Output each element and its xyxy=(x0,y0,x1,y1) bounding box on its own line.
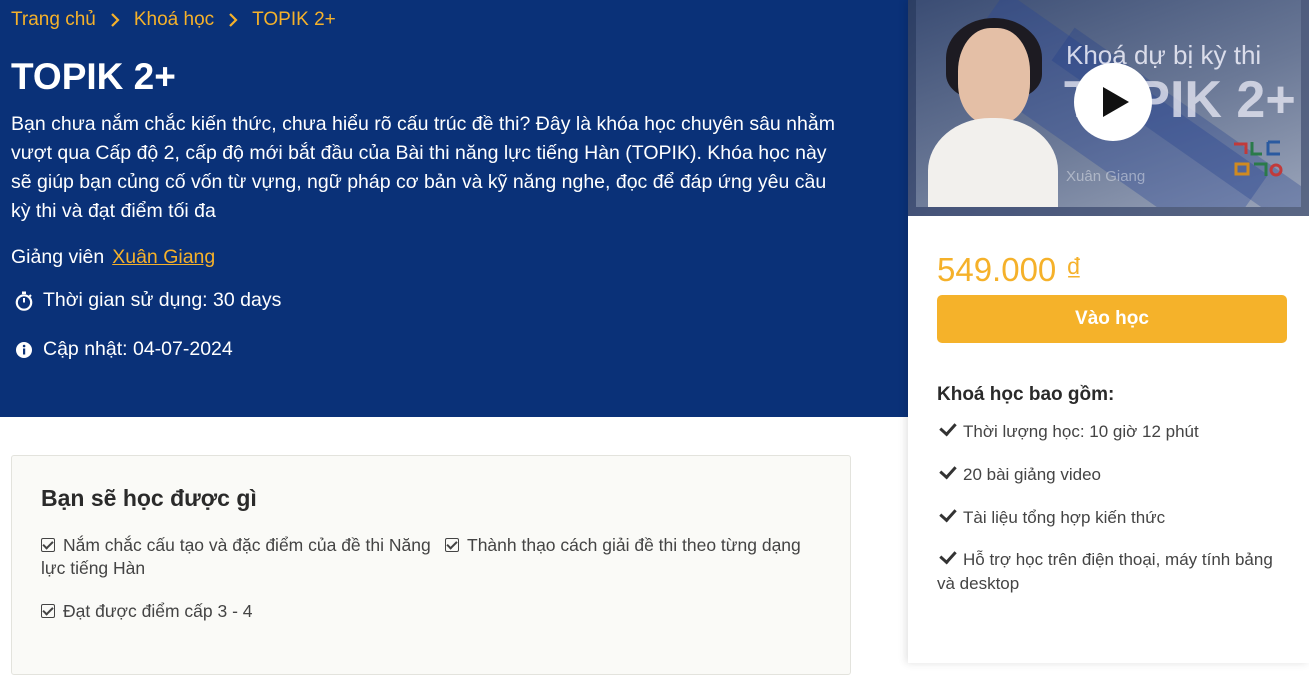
includes-item-text: Hỗ trợ học trên điện thoại, máy tính bản… xyxy=(937,550,1273,593)
checkbox-check-icon xyxy=(41,538,55,552)
play-button[interactable] xyxy=(1074,63,1152,141)
includes-title: Khoá học bao gồm: xyxy=(937,384,1115,405)
learning-outcomes-title: Bạn sẽ học được gì xyxy=(41,485,257,511)
instructor-link[interactable]: Xuân Giang xyxy=(112,246,215,268)
updated-text: Cập nhật: 04-07-2024 xyxy=(43,338,233,360)
instructor-label: Giảng viên xyxy=(11,246,105,268)
includes-item-text: Tài liệu tổng hợp kiến thức xyxy=(963,508,1166,527)
learning-outcome-text: Đạt được điểm cấp 3 - 4 xyxy=(63,601,253,621)
chevron-right-icon xyxy=(110,13,120,27)
thumbnail-author: Xuân Giang xyxy=(1066,168,1146,185)
instructor-photo-body xyxy=(928,118,1058,207)
page-title: TOPIK 2+ xyxy=(11,56,176,97)
checkbox-check-icon xyxy=(41,604,55,618)
learning-outcome-item: Nắm chắc cấu tạo và đặc điểm của đề thi … xyxy=(41,534,431,580)
check-icon xyxy=(939,418,957,437)
stopwatch-icon xyxy=(14,291,34,311)
learning-outcome-text: Thành thạo cách giải đề thi theo từng dạ… xyxy=(467,535,801,555)
includes-item-text: Thời lượng học: 10 giờ 12 phút xyxy=(963,422,1199,441)
breadcrumb-courses[interactable]: Khoá học xyxy=(134,9,214,31)
check-icon xyxy=(939,461,957,480)
learning-outcomes-card: Bạn sẽ học được gì Nắm chắc cấu tạo và đ… xyxy=(11,455,851,675)
hangul-logo-icon xyxy=(1234,140,1283,177)
check-icon xyxy=(939,546,957,565)
course-sidebar: Khoá dự bị kỳ thi TOPIK 2+ Xuân Giang 54… xyxy=(908,0,1309,663)
enroll-button[interactable]: Vào học xyxy=(937,295,1287,343)
learning-outcome-item: Thành thạo cách giải đề thi theo từng dạ… xyxy=(445,534,815,557)
duration-text: Thời gian sử dụng: 30 days xyxy=(43,289,282,311)
instructor-photo-face xyxy=(958,28,1030,124)
chevron-right-icon xyxy=(228,13,238,27)
learning-outcome-item: Đạt được điểm cấp 3 - 4 xyxy=(41,600,431,623)
course-price: 549.000 ₫ xyxy=(937,251,1083,288)
includes-item-text: 20 bài giảng video xyxy=(963,465,1102,484)
instructor-row: Giảng viên Xuân Giang xyxy=(11,246,215,269)
breadcrumb-current[interactable]: TOPIK 2+ xyxy=(252,9,336,31)
breadcrumb-home[interactable]: Trang chủ xyxy=(11,9,96,31)
check-icon xyxy=(939,504,957,523)
course-description: Bạn chưa nắm chắc kiến thức, chưa hiểu r… xyxy=(11,113,835,222)
includes-item: 20 bài giảng video xyxy=(937,461,1282,487)
includes-item: Thời lượng học: 10 giờ 12 phút xyxy=(937,418,1282,444)
course-hero: Trang chủ Khoá học TOPIK 2+ TOPIK 2+ Bạn… xyxy=(0,0,908,417)
checkbox-check-icon xyxy=(445,538,459,552)
course-preview-video[interactable]: Khoá dự bị kỳ thi TOPIK 2+ Xuân Giang xyxy=(908,0,1309,216)
learning-outcome-text: Nắm chắc cấu tạo và đặc điểm của đề thi … xyxy=(41,535,431,578)
includes-item: Hỗ trợ học trên điện thoại, máy tính bản… xyxy=(937,546,1282,596)
includes-item: Tài liệu tổng hợp kiến thức xyxy=(937,504,1282,530)
breadcrumb: Trang chủ Khoá học TOPIK 2+ xyxy=(11,9,336,31)
info-icon xyxy=(14,340,34,360)
play-icon xyxy=(1103,87,1129,117)
duration-row: Thời gian sử dụng: 30 days xyxy=(14,289,281,312)
updated-row: Cập nhật: 04-07-2024 xyxy=(14,338,233,361)
